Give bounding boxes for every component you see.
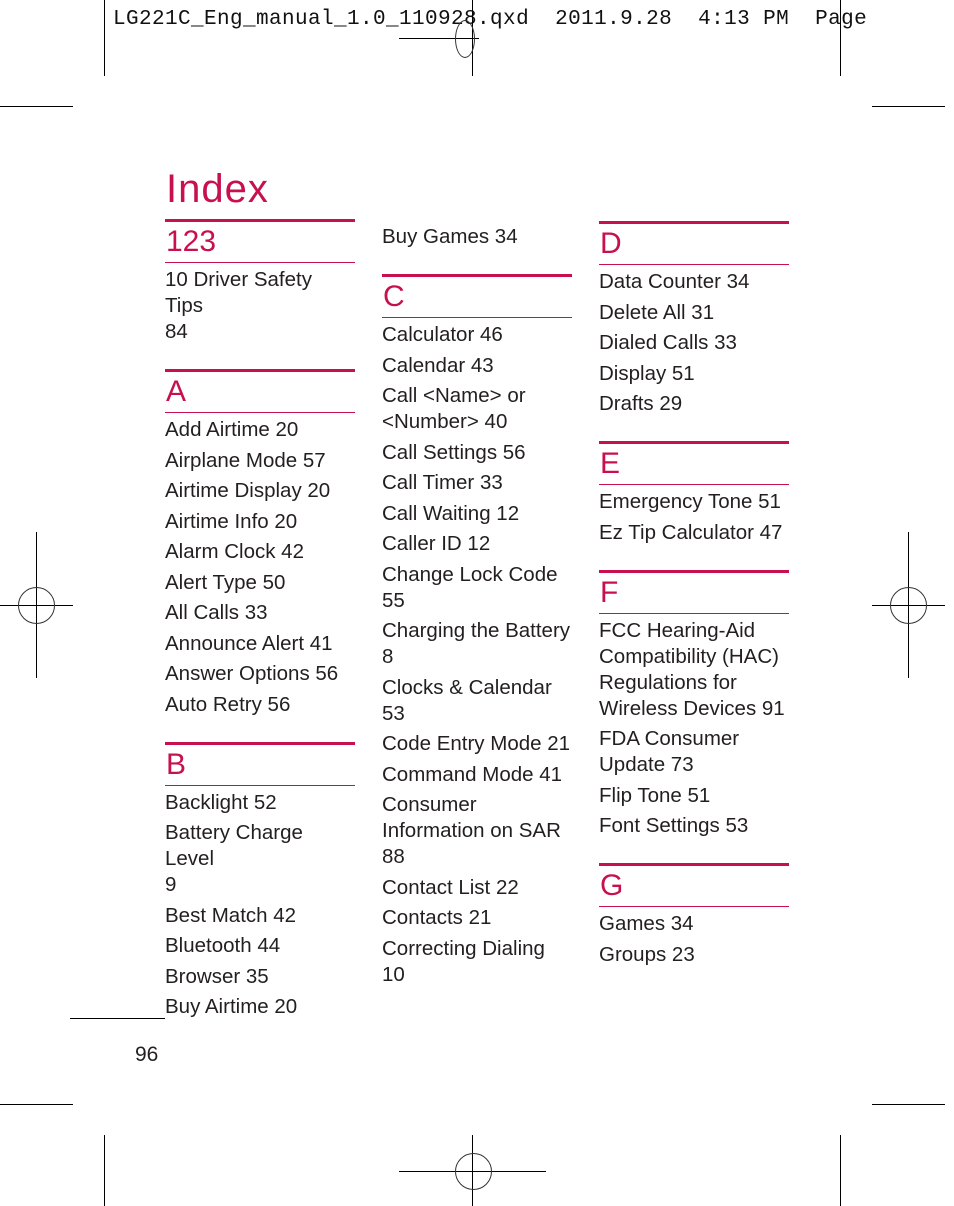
section-letter: C (383, 280, 405, 313)
index-entry: Correcting Dialing 10 (382, 936, 545, 986)
index-entry: Contact List 22 (382, 875, 519, 899)
section-letter: B (166, 747, 187, 781)
section-header: B (165, 741, 355, 786)
index-entry: Call Timer 33 (382, 471, 503, 494)
entry-list: Calculator 46 Calendar 43 Call <Name> or <N… (382, 322, 572, 988)
page-title: Index (166, 166, 269, 211)
section-header: F (599, 569, 789, 614)
section-letter: G (600, 869, 624, 902)
index-entry: Code Entry Mode 21 (382, 732, 571, 755)
section-letter: F (600, 575, 619, 609)
index-column-2: Buy Games 34 C Calculator 46 Calendar 43 Cal… (382, 224, 572, 1012)
index-entry: Add Airtime 20 (165, 418, 299, 441)
index-entry: Call Waiting 12 (382, 501, 520, 525)
crop-mark (104, 1135, 105, 1206)
index-entry: Command Mode 41 (382, 762, 563, 786)
index-entry: Emergency Tone 51 (599, 490, 781, 513)
index-entry: Buy Games 34 (382, 225, 518, 248)
index-section: D Data Counter 34 Delete All 31 Dialed Call… (599, 221, 789, 417)
section-header: E (599, 441, 789, 485)
index-entry: Alarm Clock 42 (165, 540, 304, 563)
index-entry: Calendar 43 (382, 353, 494, 377)
entry-list: Games 34 Groups 23 (599, 911, 789, 968)
index-entry: Dialed Calls 33 (599, 331, 737, 354)
index-entry: FDA Consumer Update 73 (599, 727, 740, 776)
index-entry: Answer Options 56 (165, 662, 339, 685)
index-entry: Best Match 42 (165, 903, 297, 927)
index-entry: Announce Alert 41 (165, 631, 333, 655)
section-header: D (599, 221, 789, 265)
index-entry: Ez Tip Calculator 47 (599, 520, 783, 544)
crop-mark (0, 1104, 73, 1105)
entry-list: FCC Hearing-Aid Compatibility (HAC) Regula… (599, 618, 789, 840)
index-section: A Add Airtime 20 Airplane Mode 57 Airtime D… (165, 369, 355, 718)
footer-rule (70, 1018, 165, 1019)
entry-list: 10 Driver Safety Tips 84 (165, 267, 355, 345)
index-column-3: D Data Counter 34 Delete All 31 Dialed Call… (599, 221, 789, 992)
section-header: C (382, 274, 572, 318)
index-entry: Alert Type 50 (165, 570, 286, 594)
index-entry: Browser 35 (165, 964, 269, 988)
section-header: A (165, 369, 355, 413)
index-entry: Call Settings 56 (382, 440, 526, 464)
section-letter: D (600, 227, 622, 260)
section-header: 123 (165, 219, 355, 263)
index-entry: Battery Charge Level 9 (165, 821, 303, 896)
index-entry: Drafts 29 (599, 392, 683, 415)
section-letter: A (166, 375, 187, 408)
crop-mark (840, 0, 841, 76)
section-letter: 123 (166, 225, 217, 258)
index-entry: Bluetooth 44 (165, 934, 281, 957)
page-number: 96 (135, 1043, 159, 1066)
index-entry: Change Lock Code 55 (382, 562, 558, 612)
entry-list: Emergency Tone 51 Ez Tip Calculator 47 (599, 489, 789, 546)
section-header: G (599, 863, 789, 907)
index-section: B Backlight 52 Battery Charge Level 9 Best M… (165, 741, 355, 1021)
index-entry: Data Counter 34 (599, 270, 750, 293)
index-section: G Games 34 Groups 23 (599, 863, 789, 968)
print-slug-line: LG221C_Eng_manual_1.0_110928.qxd 2011.9.… (113, 8, 868, 31)
index-entry: Display 51 (599, 361, 695, 385)
index-entry: Airtime Display 20 (165, 479, 331, 502)
index-entry: Font Settings 53 (599, 814, 749, 837)
index-entry: Groups 23 (599, 942, 695, 966)
index-entry: All Calls 33 (165, 601, 268, 624)
entry-list: Add Airtime 20 Airplane Mode 57 Airtime Di… (165, 417, 355, 718)
index-entry: Buy Airtime 20 (165, 995, 298, 1018)
index-section: E Emergency Tone 51 Ez Tip Calculator 47 (599, 441, 789, 546)
index-entry: Call <Name> or <Number> 40 (382, 384, 526, 433)
index-entry: Backlight 52 (165, 790, 277, 814)
crop-mark (840, 1135, 841, 1206)
index-entry: Games 34 (599, 912, 694, 935)
index-column-1: 123 10 Driver Safety Tips 84 A Add Airtime 2… (165, 219, 355, 1044)
index-entry: Clocks & Calendar 53 (382, 675, 552, 725)
index-entry: Charging the Battery 8 (382, 619, 571, 668)
crop-mark (0, 106, 73, 107)
index-entry: Delete All 31 (599, 300, 715, 324)
index-section: F FCC Hearing-Aid Compatibility (HAC) Regul… (599, 569, 789, 840)
index-entry: Airplane Mode 57 (165, 448, 326, 472)
entry-list: Backlight 52 Battery Charge Level 9 Best Ma… (165, 790, 355, 1021)
section-letter: E (600, 447, 621, 480)
crop-mark (872, 1104, 945, 1105)
index-entry: Flip Tone 51 (599, 783, 711, 807)
index-entry: Contacts 21 (382, 906, 492, 929)
index-entry: Consumer Information on SAR 88 (382, 793, 561, 868)
index-entry: Airtime Info 20 (165, 509, 298, 533)
index-entry: Calculator 46 (382, 323, 503, 346)
continued-entries: Buy Games 34 (382, 224, 572, 250)
index-entry: 10 Driver Safety Tips 84 (165, 268, 312, 343)
index-section: C Calculator 46 Calendar 43 Call <Name> or <… (382, 274, 572, 988)
index-entry: FCC Hearing-Aid Compatibility (HAC) Regula… (599, 618, 785, 720)
crop-mark (104, 0, 105, 76)
crop-mark (872, 106, 945, 107)
entry-list: Data Counter 34 Delete All 31 Dialed Calls… (599, 269, 789, 417)
index-entry: Auto Retry 56 (165, 692, 291, 716)
index-entry: Caller ID 12 (382, 532, 491, 555)
index-section: 123 10 Driver Safety Tips 84 (165, 219, 355, 345)
